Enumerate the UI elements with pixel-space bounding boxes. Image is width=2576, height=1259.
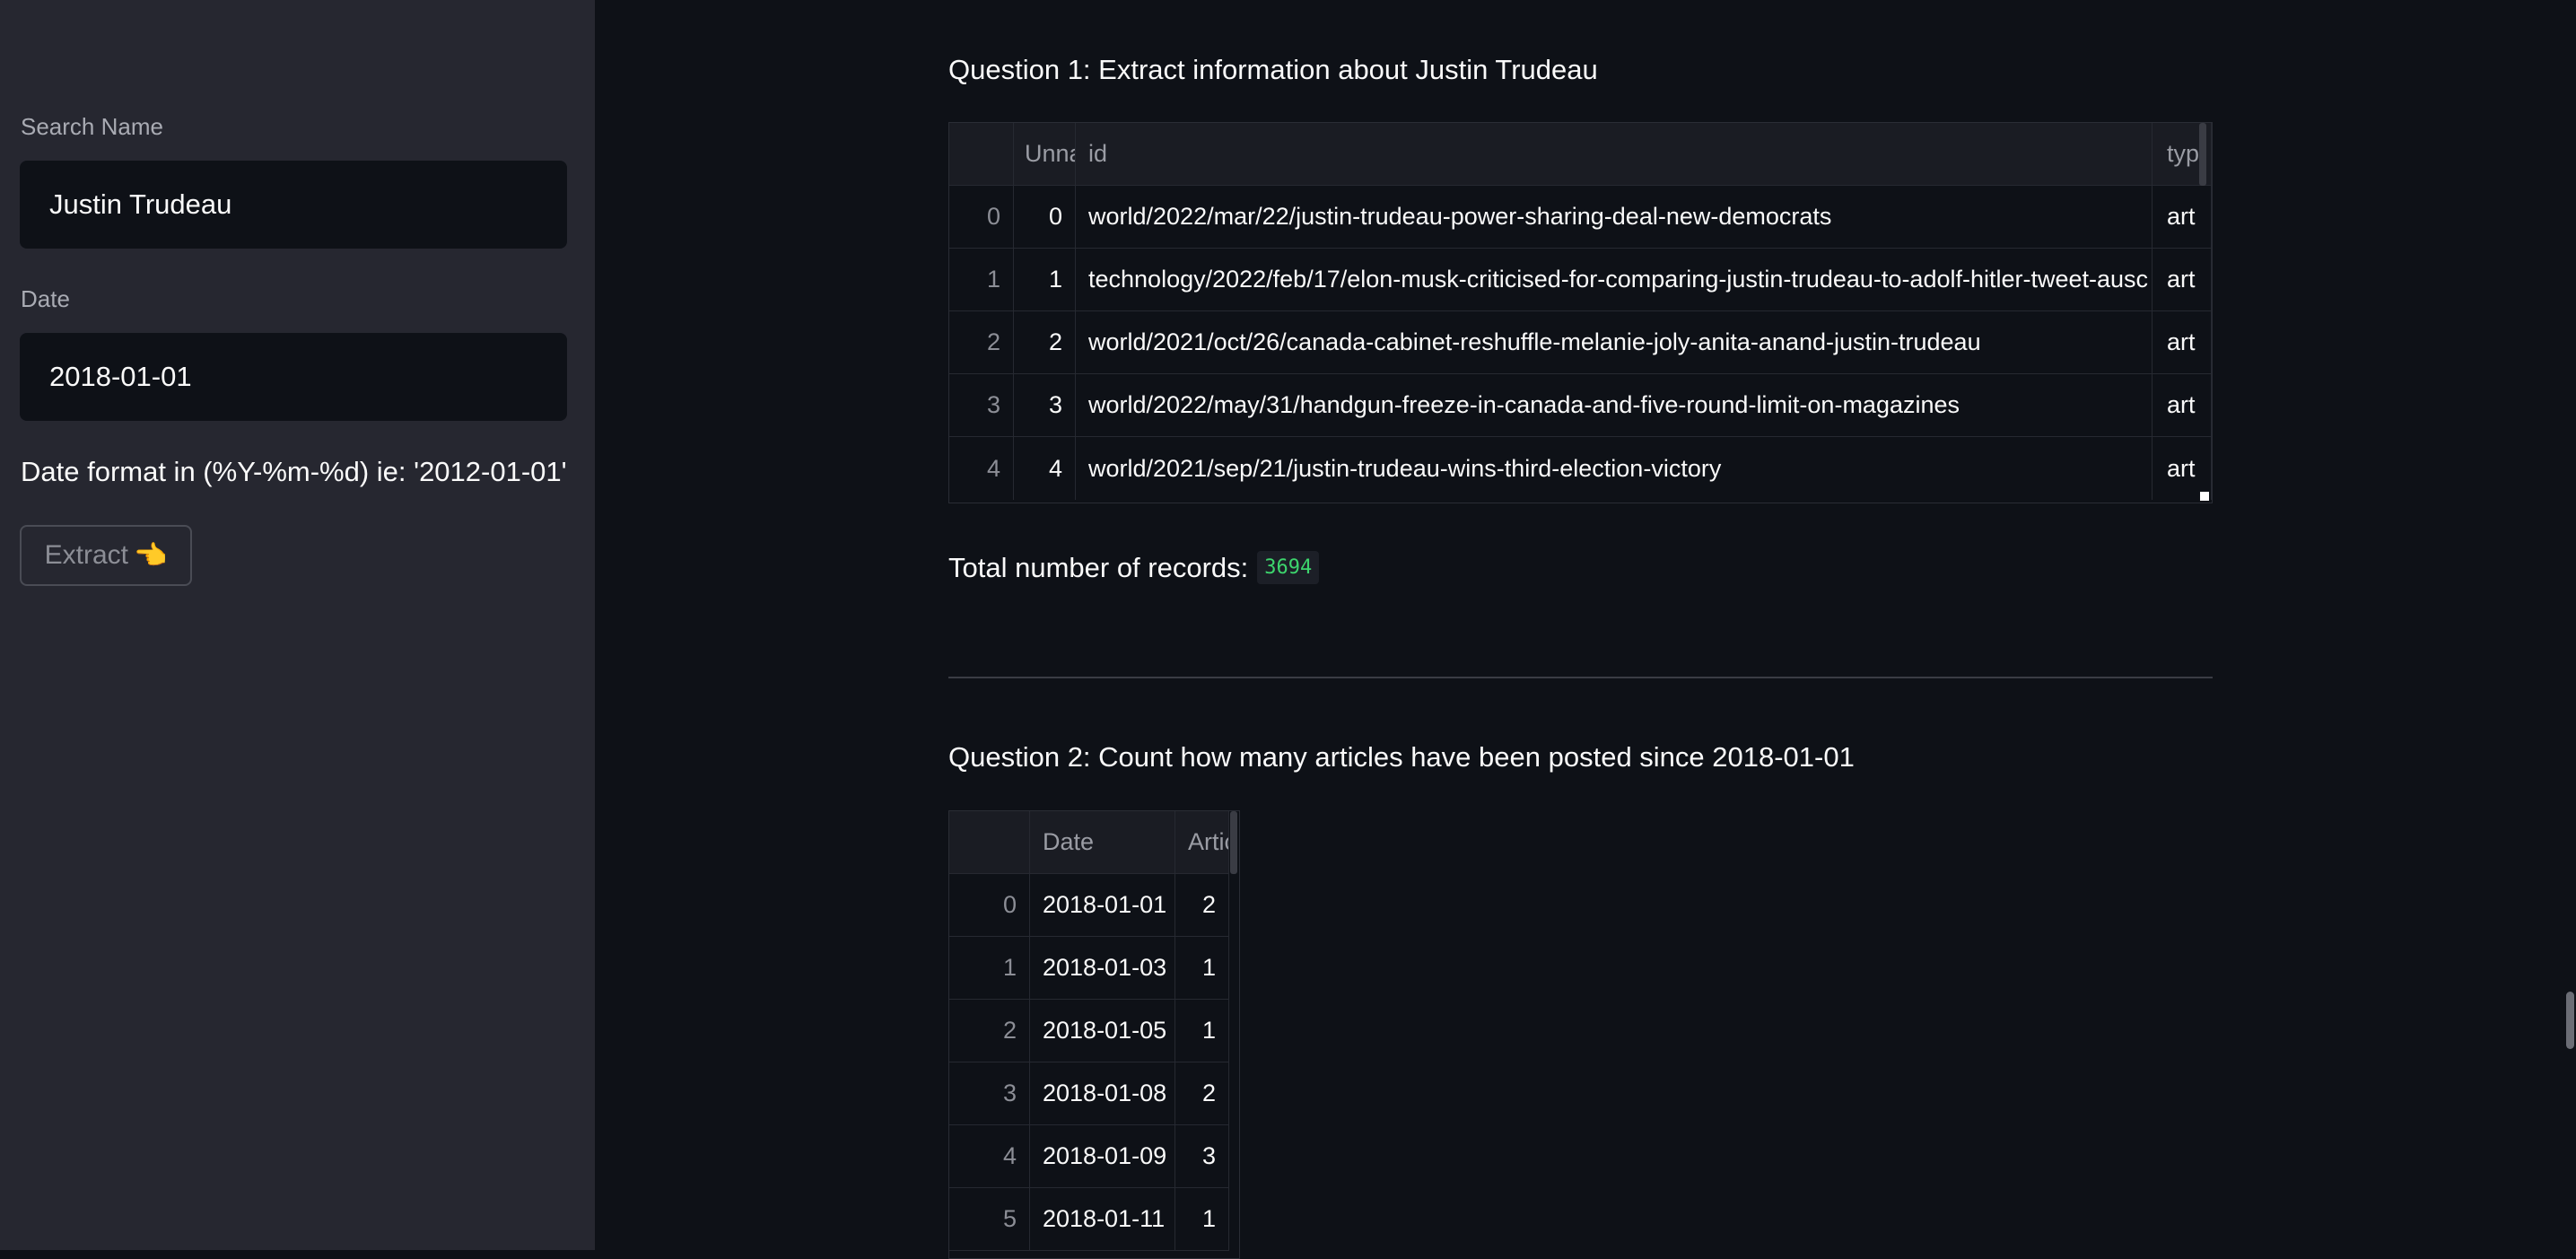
id-cell[interactable]: world/2022/mar/22/justin-trudeau-power-s… — [1076, 186, 2152, 248]
index-column-header — [949, 123, 1014, 185]
page-scrollbar[interactable] — [2566, 992, 2574, 1049]
question-2-heading: Question 2: Count how many articles have… — [948, 741, 1855, 773]
date-input[interactable]: 2018-01-01 — [20, 333, 567, 421]
question-2-dataframe[interactable]: Date Artic 0 2018-01-01 2 1 2018-01-03 1… — [948, 810, 1240, 1259]
total-records: Total number of records: 3694 — [948, 551, 1320, 584]
question-1-heading: Question 1: Extract information about Ju… — [948, 54, 1598, 85]
extract-button-label: Extract — [44, 540, 128, 570]
row-index: 1 — [949, 249, 1014, 310]
horizontal-scroll-indicator[interactable] — [1230, 811, 1237, 874]
row-index: 0 — [949, 874, 1030, 936]
row-index: 2 — [949, 311, 1014, 373]
extract-button[interactable]: Extract 👈 — [20, 525, 192, 586]
date-cell[interactable]: 2018-01-08 — [1030, 1062, 1175, 1124]
horizontal-scroll-indicator[interactable] — [2199, 123, 2206, 186]
table-header-row: Date Artic — [949, 811, 1229, 874]
row-index: 0 — [949, 186, 1014, 248]
unnamed-cell[interactable]: 0 — [1014, 186, 1076, 248]
table-row[interactable]: 1 2018-01-03 1 — [949, 937, 1229, 1000]
articles-cell[interactable]: 1 — [1175, 1000, 1229, 1062]
search-name-input[interactable]: Justin Trudeau — [20, 161, 567, 249]
date-label: Date — [21, 285, 70, 312]
id-cell[interactable]: technology/2022/feb/17/elon-musk-critici… — [1076, 249, 2152, 310]
row-index: 3 — [949, 1062, 1030, 1124]
date-format-note: Date format in (%Y-%m-%d) ie: '2012-01-0… — [21, 456, 567, 487]
articles-cell[interactable]: 1 — [1175, 1188, 1229, 1250]
row-index: 4 — [949, 437, 1014, 500]
table-row[interactable]: 0 0 world/2022/mar/22/justin-trudeau-pow… — [949, 186, 2212, 249]
id-cell[interactable]: world/2022/may/31/handgun-freeze-in-cana… — [1076, 374, 2152, 436]
articles-cell[interactable]: 1 — [1175, 937, 1229, 999]
table-row[interactable]: 4 2018-01-09 3 — [949, 1125, 1229, 1188]
table-row[interactable]: 4 4 world/2021/sep/21/justin-trudeau-win… — [949, 437, 2212, 500]
type-cell[interactable]: art — [2152, 311, 2212, 373]
row-index: 2 — [949, 1000, 1030, 1062]
total-records-count: 3694 — [1257, 551, 1320, 584]
row-index: 5 — [949, 1188, 1030, 1250]
type-cell[interactable]: art — [2152, 374, 2212, 436]
articles-cell[interactable]: 3 — [1175, 1125, 1229, 1187]
id-cell[interactable]: world/2021/oct/26/canada-cabinet-reshuff… — [1076, 311, 2152, 373]
articles-cell[interactable]: 2 — [1175, 874, 1229, 936]
date-cell[interactable]: 2018-01-11 — [1030, 1188, 1175, 1250]
table-row[interactable]: 0 2018-01-01 2 — [949, 874, 1229, 937]
unnamed-cell[interactable]: 3 — [1014, 374, 1076, 436]
question-1-dataframe[interactable]: Unna id typ 0 0 world/2022/mar/22/justin… — [948, 122, 2213, 503]
unnamed-cell[interactable]: 1 — [1014, 249, 1076, 310]
table-row[interactable]: 2 2018-01-05 1 — [949, 1000, 1229, 1062]
unnamed-column-header[interactable]: Unna — [1014, 123, 1076, 185]
table-row[interactable]: 2 2 world/2021/oct/26/canada-cabinet-res… — [949, 311, 2212, 374]
type-cell[interactable]: art — [2152, 249, 2212, 310]
table-header-row: Unna id typ — [949, 123, 2212, 186]
row-index: 4 — [949, 1125, 1030, 1187]
id-column-header[interactable]: id — [1076, 123, 2152, 185]
table-row[interactable]: 3 2018-01-08 2 — [949, 1062, 1229, 1125]
articles-cell[interactable]: 2 — [1175, 1062, 1229, 1124]
index-column-header — [949, 811, 1030, 873]
table-row[interactable]: 1 1 technology/2022/feb/17/elon-musk-cri… — [949, 249, 2212, 311]
articles-column-header[interactable]: Artic — [1175, 811, 1229, 873]
search-name-label: Search Name — [21, 113, 163, 140]
total-records-label: Total number of records: — [948, 551, 1249, 583]
date-cell[interactable]: 2018-01-09 — [1030, 1125, 1175, 1187]
type-cell[interactable]: art — [2152, 186, 2212, 248]
row-index: 1 — [949, 937, 1030, 999]
sidebar: Search Name Justin Trudeau Date 2018-01-… — [0, 0, 595, 1250]
row-index: 3 — [949, 374, 1014, 436]
table-row[interactable]: 5 2018-01-11 1 — [949, 1188, 1229, 1251]
pointing-hand-icon: 👈 — [134, 540, 168, 571]
type-cell[interactable]: art — [2152, 437, 2212, 500]
resize-handle[interactable] — [2200, 492, 2209, 501]
date-column-header[interactable]: Date — [1030, 811, 1175, 873]
date-cell[interactable]: 2018-01-03 — [1030, 937, 1175, 999]
date-cell[interactable]: 2018-01-05 — [1030, 1000, 1175, 1062]
id-cell[interactable]: world/2021/sep/21/justin-trudeau-wins-th… — [1076, 437, 2152, 500]
unnamed-cell[interactable]: 4 — [1014, 437, 1076, 500]
table-row[interactable]: 3 3 world/2022/may/31/handgun-freeze-in-… — [949, 374, 2212, 437]
section-divider — [948, 677, 2213, 678]
date-cell[interactable]: 2018-01-01 — [1030, 874, 1175, 936]
unnamed-cell[interactable]: 2 — [1014, 311, 1076, 373]
